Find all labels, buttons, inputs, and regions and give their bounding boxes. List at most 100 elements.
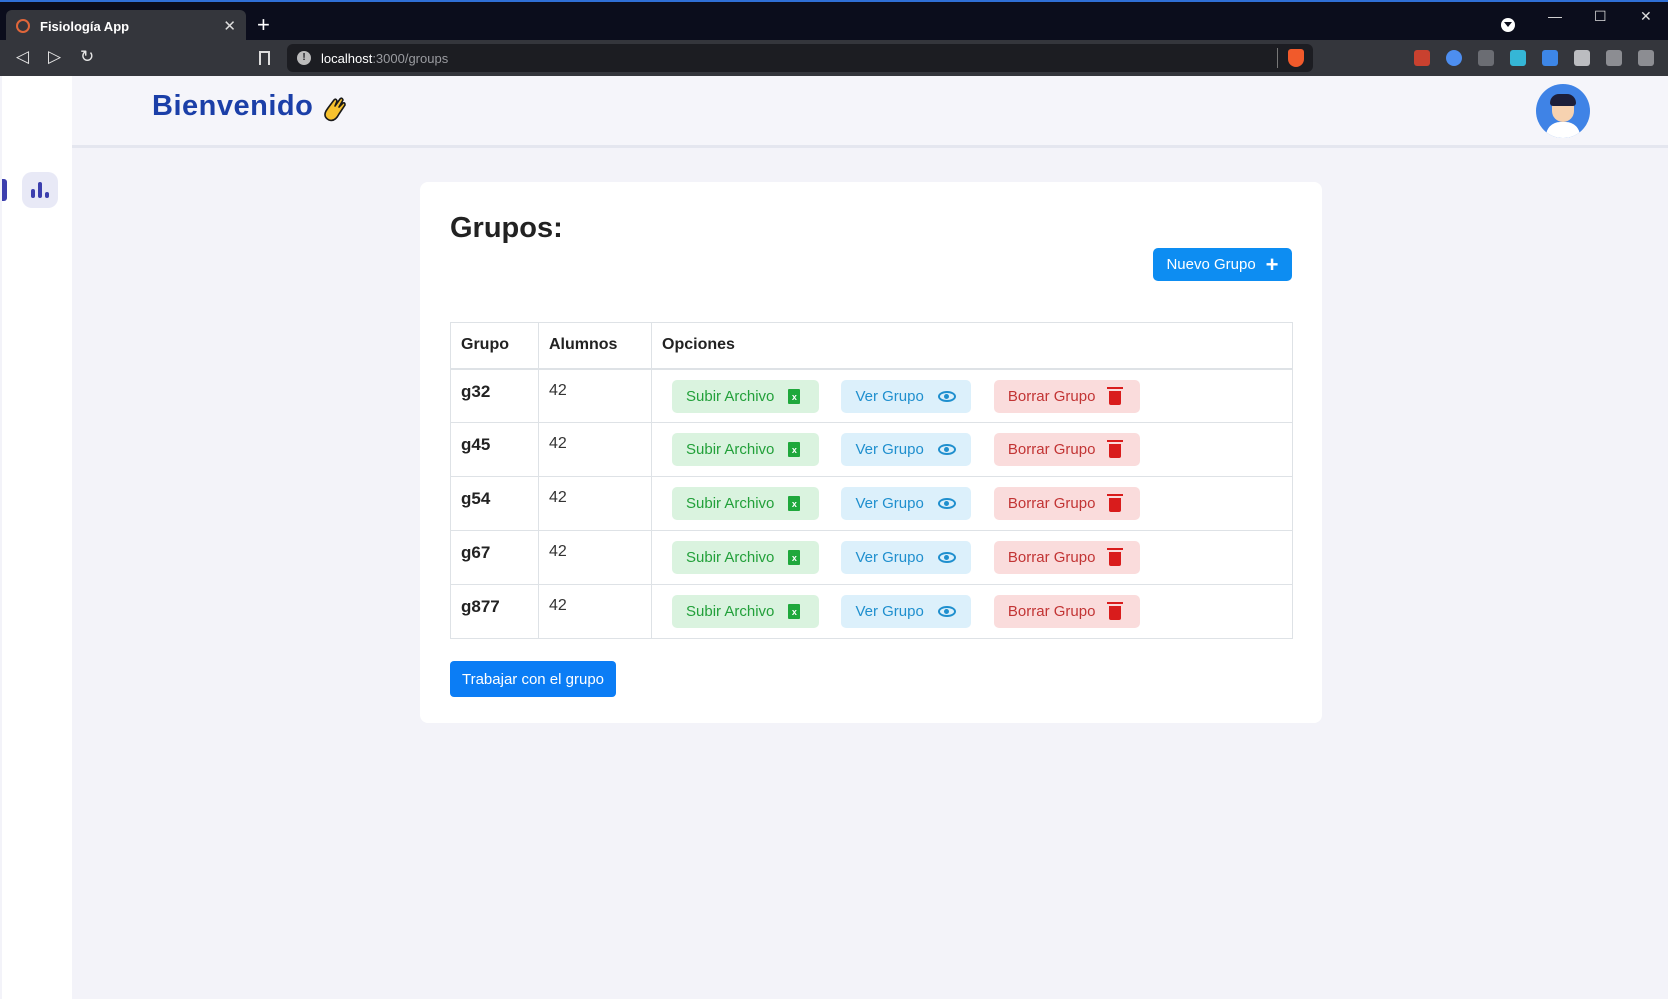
back-button[interactable]: ◁ (16, 47, 29, 67)
delete-label: Borrar Grupo (1007, 441, 1096, 458)
view-group-button[interactable]: Ver Grupo (841, 595, 972, 628)
user-avatar-icon[interactable] (1536, 84, 1590, 138)
view-label: Ver Grupo (855, 603, 924, 620)
view-group-button[interactable]: Ver Grupo (841, 379, 972, 413)
upload-label: Subir Archivo (686, 549, 775, 566)
view-label: Ver Grupo (855, 549, 924, 566)
delete-group-button[interactable]: Borrar Grupo (993, 433, 1140, 466)
view-label: Ver Grupo (855, 387, 924, 405)
browser-titlebar: Fisiología App ✕ + — ☐ ✕ (0, 0, 1668, 42)
delete-label: Borrar Grupo (1007, 603, 1096, 620)
welcome-title: Bienvenido (152, 90, 314, 122)
group-name: g54 (450, 476, 539, 531)
site-info-icon[interactable]: ! (297, 51, 311, 65)
extensions-puzzle-icon[interactable] (1574, 50, 1590, 66)
work-with-group-button[interactable]: Trabajar con el grupo (450, 661, 616, 697)
extension-icon[interactable] (1510, 50, 1526, 66)
delete-group-button[interactable]: Borrar Grupo (993, 595, 1140, 628)
view-group-button[interactable]: Ver Grupo (841, 433, 972, 466)
trash-icon (1107, 602, 1124, 620)
student-count: 42 (538, 476, 652, 531)
eye-icon (937, 444, 956, 455)
header-grupo: Grupo (450, 322, 539, 370)
maximize-button[interactable]: ☐ (1594, 8, 1607, 25)
table-row: g45 42 Subir Archivo x Ver Grupo Borrar … (450, 422, 1293, 477)
menu-icon[interactable] (1638, 50, 1654, 66)
function-extension-icon[interactable] (1478, 50, 1494, 66)
eye-icon (937, 552, 956, 563)
group-name: g877 (450, 584, 539, 639)
new-tab-button[interactable]: + (257, 12, 270, 38)
waving-hand-icon (324, 97, 346, 122)
bookmark-icon[interactable] (259, 51, 270, 65)
upload-file-button[interactable]: Subir Archivo x (672, 379, 819, 413)
excel-file-icon: x (788, 550, 801, 565)
view-group-button[interactable]: Ver Grupo (841, 487, 972, 520)
group-name: g67 (450, 530, 539, 585)
sidebar (2, 76, 72, 999)
options-cell: Subir Archivo x Ver Grupo Borrar Grupo (651, 422, 1293, 477)
student-count: 42 (538, 368, 652, 423)
student-count: 42 (538, 530, 652, 585)
tab-title: Fisiología App (40, 18, 130, 34)
reload-button[interactable]: ↻ (80, 47, 94, 67)
upload-file-button[interactable]: Subir Archivo x (672, 487, 819, 520)
table-header-row: Grupo Alumnos Opciones (450, 322, 1293, 370)
plus-icon: + (1265, 251, 1279, 277)
minimize-button[interactable]: — (1548, 8, 1562, 24)
excel-file-icon: x (788, 604, 801, 619)
tab-close-icon[interactable]: ✕ (223, 17, 236, 35)
view-label: Ver Grupo (855, 441, 924, 458)
eye-icon (937, 390, 956, 402)
options-cell: Subir Archivo x Ver Grupo Borrar Grupo (651, 584, 1293, 639)
eye-icon (937, 606, 956, 617)
eye-icon (937, 498, 956, 509)
trash-icon (1107, 548, 1124, 566)
trash-icon (1107, 440, 1124, 458)
options-cell: Subir Archivo x Ver Grupo Borrar Grupo (651, 368, 1293, 423)
color-picker-extension-icon[interactable] (1446, 50, 1462, 66)
upload-label: Subir Archivo (686, 603, 775, 620)
excel-file-icon: x (788, 442, 801, 457)
delete-group-button[interactable]: Borrar Grupo (993, 541, 1140, 574)
app-favicon-icon (16, 19, 30, 33)
upload-file-button[interactable]: Subir Archivo x (672, 595, 819, 628)
window-close-button[interactable]: ✕ (1640, 8, 1652, 25)
new-group-button[interactable]: Nuevo Grupo + (1153, 248, 1292, 281)
page: Bienvenido Grupos: Nuevo Grupo + Grupo A… (0, 76, 1668, 999)
trash-icon (1107, 494, 1124, 512)
browser-tab[interactable]: Fisiología App ✕ (6, 10, 246, 42)
url-host: localhost (321, 50, 373, 66)
groups-card: Grupos: Nuevo Grupo + Grupo Alumnos Opci… (420, 182, 1322, 723)
table-row: g877 42 Subir Archivo x Ver Grupo Borrar… (450, 584, 1293, 639)
brave-shields-icon[interactable] (1288, 49, 1304, 67)
extension-icon[interactable] (1542, 50, 1558, 66)
group-name: g45 (450, 422, 539, 477)
header-alumnos: Alumnos (538, 322, 652, 370)
delete-group-button[interactable]: Borrar Grupo (993, 379, 1140, 413)
new-group-label: Nuevo Grupo (1166, 256, 1256, 273)
header-opciones: Opciones (651, 322, 1293, 370)
delete-group-button[interactable]: Borrar Grupo (993, 487, 1140, 520)
options-cell: Subir Archivo x Ver Grupo Borrar Grupo (651, 476, 1293, 531)
groups-table: Grupo Alumnos Opciones g32 42 Subir Arch… (450, 322, 1293, 639)
delete-label: Borrar Grupo (1007, 387, 1096, 405)
extension-icon[interactable] (1414, 50, 1430, 66)
upload-file-button[interactable]: Subir Archivo x (672, 433, 819, 466)
upload-file-button[interactable]: Subir Archivo x (672, 541, 819, 574)
view-group-button[interactable]: Ver Grupo (841, 541, 972, 574)
downloads-icon[interactable] (1501, 18, 1515, 32)
playlist-icon[interactable] (1606, 50, 1622, 66)
sidebar-active-indicator (2, 179, 7, 201)
delete-label: Borrar Grupo (1007, 495, 1096, 512)
excel-file-icon: x (788, 496, 801, 511)
sidebar-item-stats[interactable] (22, 172, 58, 208)
forward-button[interactable]: ▷ (48, 47, 61, 67)
delete-label: Borrar Grupo (1007, 549, 1096, 566)
upload-label: Subir Archivo (686, 495, 775, 512)
page-title: Grupos: (450, 212, 563, 244)
table-row: g32 42 Subir Archivo x Ver Grupo Borrar … (450, 368, 1293, 423)
bar-chart-icon (31, 189, 35, 198)
address-bar[interactable]: ! localhost :3000/groups (287, 44, 1313, 72)
table-row: g54 42 Subir Archivo x Ver Grupo Borrar … (450, 476, 1293, 531)
